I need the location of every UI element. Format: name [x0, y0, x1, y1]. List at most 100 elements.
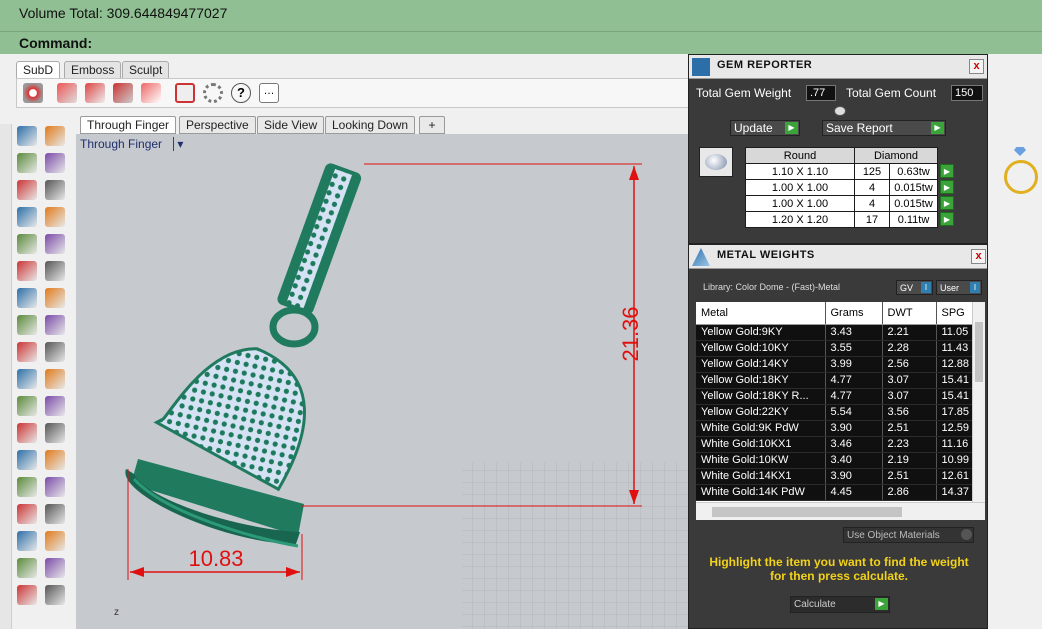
metal-table-container: Metal Grams DWT SPG Yellow Gold:9KY 3.43 2… [696, 302, 985, 520]
grid-array-icon[interactable] [17, 531, 37, 551]
subd-cube-icon[interactable] [113, 83, 133, 103]
table-row[interactable]: 1.10 X 1.10 125 0.63tw [745, 163, 938, 180]
gem-row-select-icon[interactable]: ▶ [940, 196, 954, 210]
ring-icon[interactable] [1004, 160, 1038, 194]
toolbar-tab-sculpt[interactable]: Sculpt [122, 61, 170, 78]
splitter-handle[interactable] [834, 106, 846, 116]
mirror-icon[interactable] [45, 477, 65, 497]
snap-icon[interactable] [17, 585, 37, 605]
join-icon[interactable] [17, 369, 37, 389]
table-row[interactable]: Yellow Gold:10KY 3.55 2.28 11.43 [696, 340, 976, 357]
offset-icon[interactable] [17, 261, 37, 281]
arc-icon[interactable] [17, 207, 37, 227]
save-report-button[interactable]: Save Report ▶ [822, 120, 946, 136]
save-icon[interactable] [175, 83, 195, 103]
table-row[interactable]: 1.20 X 1.20 17 0.11tw [745, 211, 938, 228]
explode-icon[interactable] [45, 342, 65, 362]
sphere-icon[interactable] [45, 288, 65, 308]
box-icon[interactable] [17, 288, 37, 308]
subd-cylinder-icon[interactable] [85, 83, 105, 103]
curve-icon[interactable] [45, 153, 65, 173]
polygon-icon[interactable] [17, 234, 37, 254]
align-icon[interactable] [45, 531, 65, 551]
check-icon[interactable] [45, 558, 65, 578]
array-icon[interactable] [45, 396, 65, 416]
metal-header-grams[interactable]: Grams [825, 302, 883, 325]
table-row[interactable]: White Gold:10KW 3.40 2.19 10.99 [696, 452, 976, 469]
update-button[interactable]: Update ▶ [730, 120, 800, 136]
tab-perspective[interactable]: Perspective [179, 116, 256, 134]
table-row[interactable]: White Gold:9K PdW 3.90 2.51 12.59 [696, 420, 976, 437]
hatch-icon[interactable] [45, 504, 65, 524]
plane-icon[interactable] [45, 315, 65, 335]
metal-header-metal[interactable]: Metal [696, 302, 826, 325]
layer-icon[interactable] [17, 558, 37, 578]
subd-tube-icon[interactable] [141, 83, 161, 103]
ellipse-icon[interactable] [45, 180, 65, 200]
vscroll-thumb[interactable] [975, 322, 983, 382]
table-row[interactable]: Yellow Gold:18KY R... 4.77 3.07 15.41 [696, 388, 976, 405]
polyline-icon[interactable] [17, 153, 37, 173]
command-line[interactable]: Command: [0, 32, 1042, 54]
metal-header-dwt[interactable]: DWT [882, 302, 937, 325]
table-row[interactable]: White Gold:14KX1 3.90 2.51 12.61 [696, 468, 976, 485]
tab-looking-down[interactable]: Looking Down [325, 116, 416, 134]
tab-through-finger[interactable]: Through Finger [80, 116, 177, 134]
select-icon[interactable] [17, 126, 37, 146]
gem-reporter-close-button[interactable]: x [969, 59, 984, 74]
paint-icon[interactable] [45, 585, 65, 605]
group-icon[interactable] [17, 477, 37, 497]
metal-spg: 12.61 [936, 468, 976, 485]
split-icon[interactable] [45, 369, 65, 389]
gem-row-select-icon[interactable]: ▶ [940, 164, 954, 178]
metal-grams: 3.90 [825, 420, 883, 437]
text-icon[interactable] [17, 450, 37, 470]
render-icon[interactable] [17, 504, 37, 524]
move-icon[interactable] [17, 423, 37, 443]
viewport-menu-icon[interactable]: ▾ [173, 137, 184, 151]
table-row[interactable]: White Gold:14K PdW 4.45 2.86 14.37 [696, 484, 976, 501]
scale-icon[interactable] [45, 450, 65, 470]
viewport[interactable]: 21.36 10.83 z [76, 134, 690, 629]
record-icon[interactable] [23, 83, 43, 103]
cylinder-icon[interactable] [17, 315, 37, 335]
toolbar-tab-emboss[interactable]: Emboss [64, 61, 122, 78]
help-icon[interactable]: ? [231, 83, 251, 103]
table-row[interactable]: Yellow Gold:14KY 3.99 2.56 12.88 [696, 356, 976, 373]
metal-header-spg[interactable]: SPG [936, 302, 976, 325]
table-row[interactable]: White Gold:10KX1 3.46 2.23 11.16 [696, 436, 976, 453]
subd-box-icon[interactable] [57, 83, 77, 103]
table-row[interactable]: 1.00 X 1.00 4 0.015tw [745, 179, 938, 196]
add-viewport-button[interactable]: + [419, 116, 445, 134]
metal-table-hscrollbar[interactable] [696, 502, 985, 520]
viewport-title[interactable]: Through Finger ▾ [80, 137, 184, 155]
rectangle-icon[interactable] [45, 207, 65, 227]
command-history: Volume Total: 309.644849477027 [0, 0, 1042, 32]
comment-icon[interactable]: … [259, 83, 279, 103]
table-row[interactable]: Yellow Gold:18KY 4.77 3.07 15.41 [696, 372, 976, 389]
left-dock-strip [0, 124, 12, 629]
tab-side-view[interactable]: Side View [257, 116, 325, 134]
gv-button[interactable]: GV I [896, 280, 933, 295]
metal-table-vscrollbar[interactable] [972, 302, 985, 502]
rotate-icon[interactable] [45, 423, 65, 443]
table-row[interactable]: 1.00 X 1.00 4 0.015tw [745, 195, 938, 212]
surface-icon[interactable] [45, 261, 65, 281]
point-icon[interactable] [45, 126, 65, 146]
hscroll-thumb[interactable] [712, 507, 902, 517]
gem-row-select-icon[interactable]: ▶ [940, 180, 954, 194]
boolean-icon[interactable] [17, 396, 37, 416]
gem-row-select-icon[interactable]: ▶ [940, 212, 954, 226]
fillet-icon[interactable] [45, 234, 65, 254]
table-row[interactable]: Yellow Gold:9KY 3.43 2.21 11.05 [696, 324, 976, 341]
gear-icon[interactable] [203, 83, 223, 103]
user-button[interactable]: User I [936, 280, 982, 295]
table-row[interactable]: Yellow Gold:22KY 5.54 3.56 17.85 [696, 404, 976, 421]
metal-spg: 11.05 [936, 324, 976, 341]
use-object-materials-toggle[interactable]: Use Object Materials [843, 527, 974, 543]
metal-weights-close-button[interactable]: x [971, 249, 986, 264]
calculate-button[interactable]: Calculate ▶ [790, 596, 890, 613]
toolbar-tab-subd[interactable]: SubD [16, 61, 61, 78]
extrude-icon[interactable] [17, 342, 37, 362]
circle-icon[interactable] [17, 180, 37, 200]
